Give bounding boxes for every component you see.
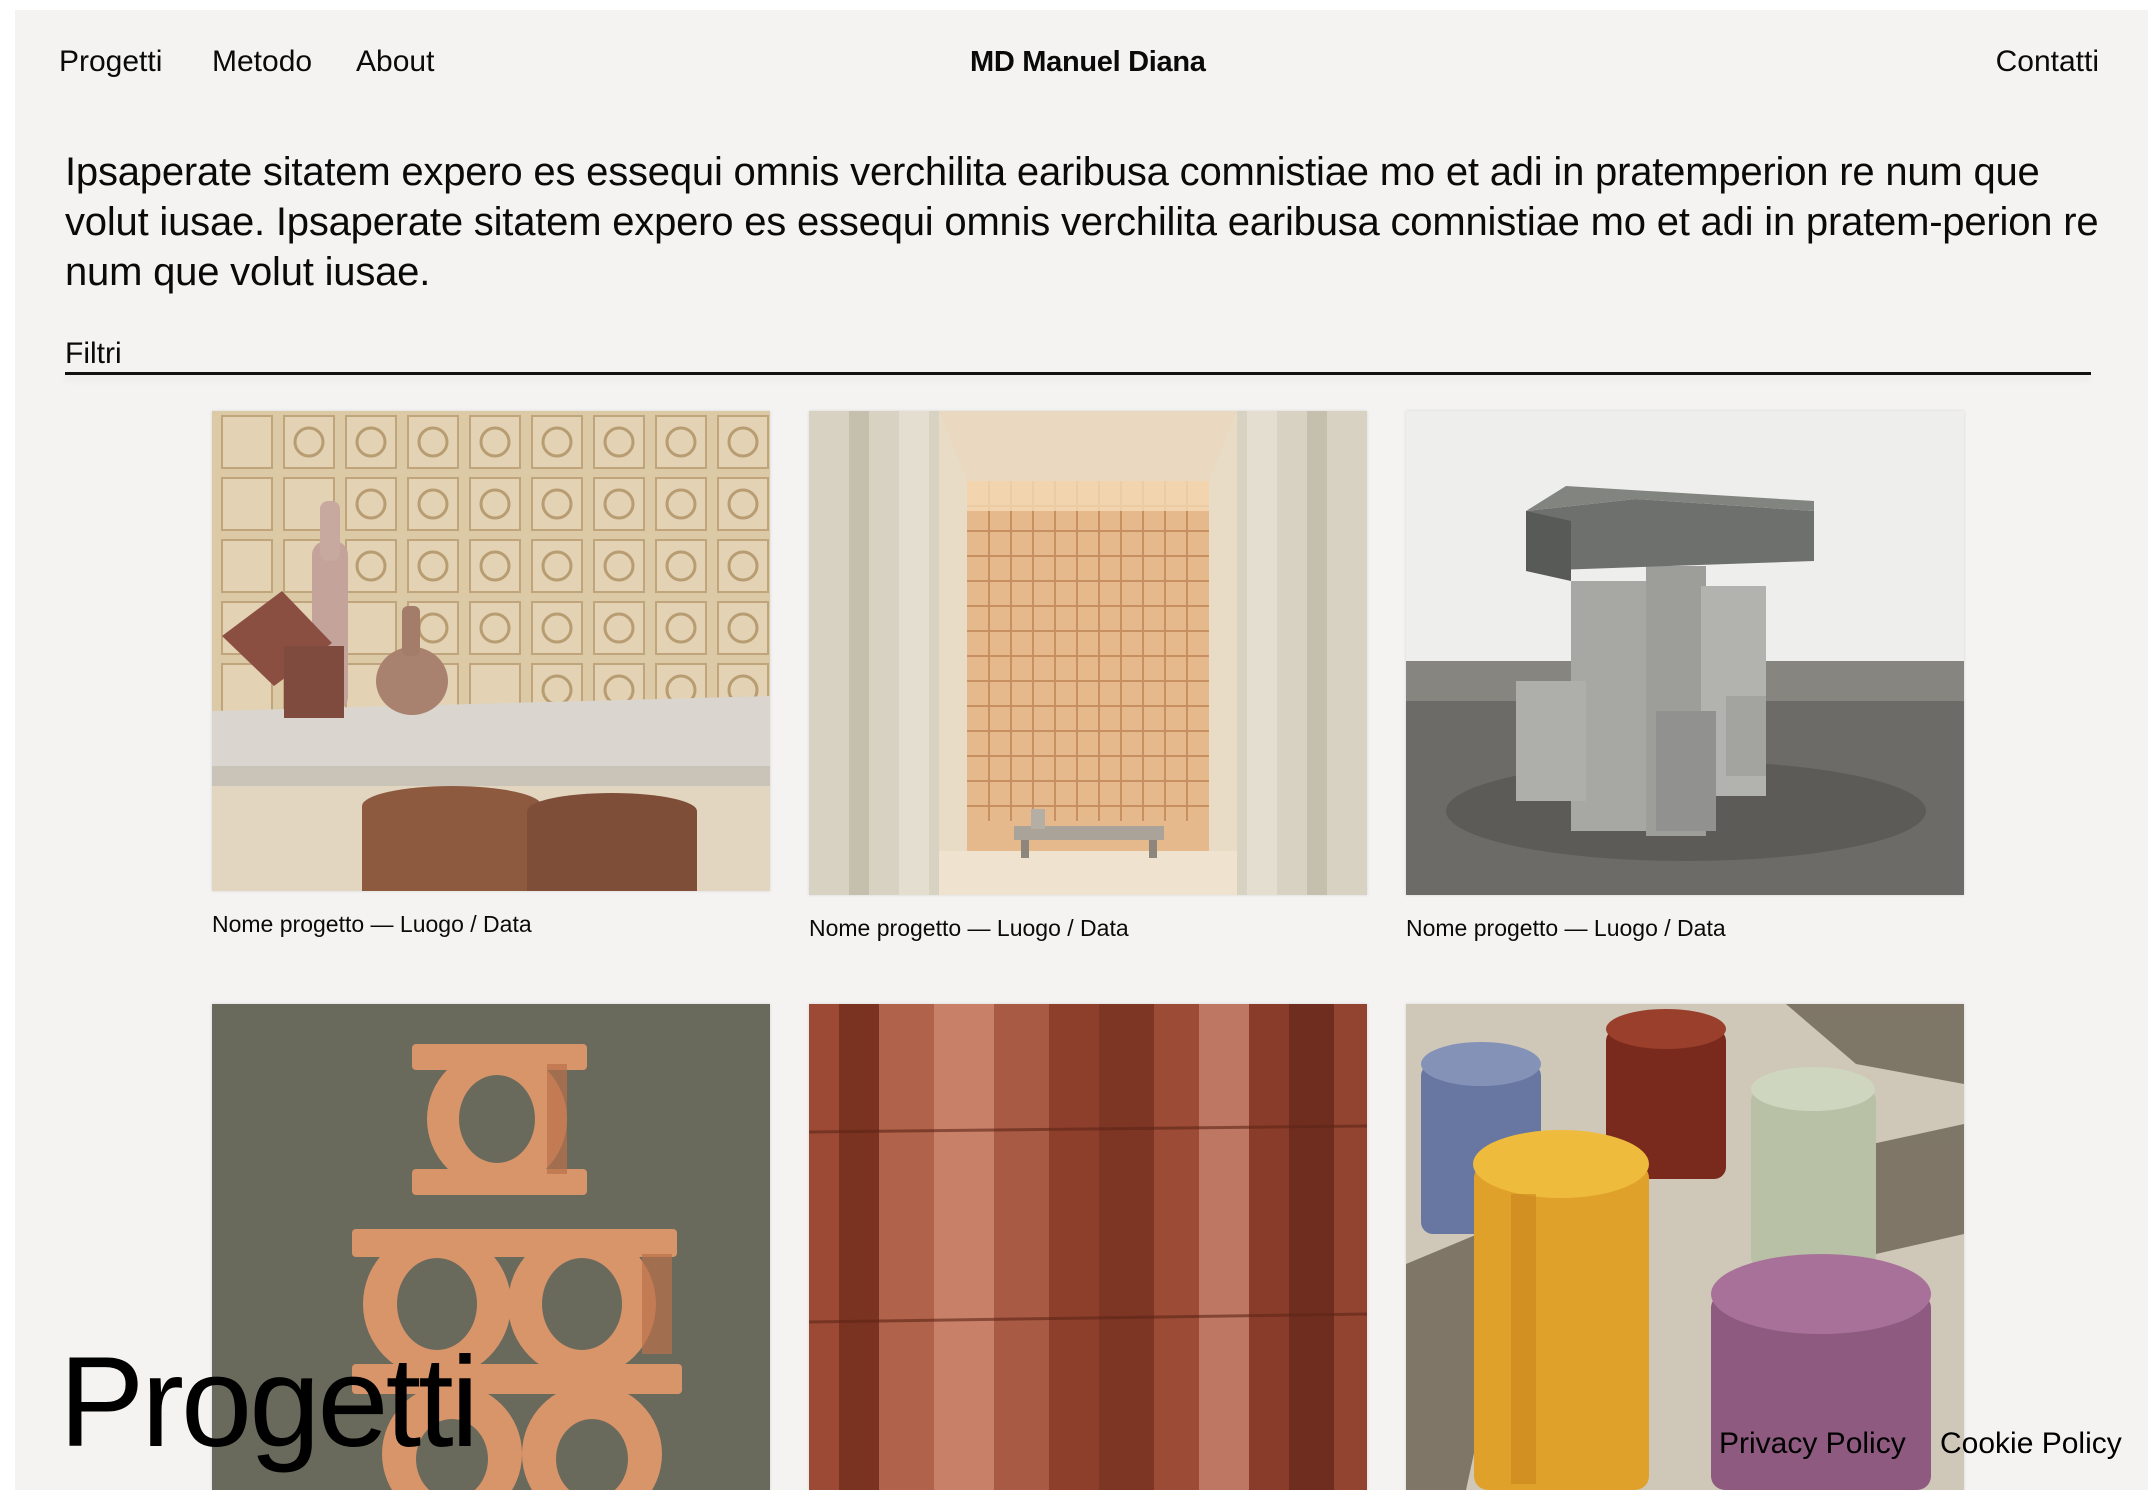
project-image-terracotta-alcove[interactable] bbox=[809, 411, 1367, 895]
cookie-policy-link[interactable]: Cookie Policy bbox=[1940, 1424, 2122, 1464]
project-card[interactable] bbox=[809, 1004, 1367, 1490]
project-caption: Nome progetto — Luogo / Data bbox=[1406, 915, 1726, 941]
brand-logo[interactable]: MD Manuel Diana bbox=[970, 42, 1206, 82]
project-caption: Nome progetto — Luogo / Data bbox=[212, 911, 532, 937]
project-card[interactable] bbox=[1406, 1004, 1964, 1490]
nav-link-metodo[interactable]: Metodo bbox=[212, 42, 312, 82]
project-card[interactable]: Nome progetto — Luogo / Data bbox=[212, 411, 770, 939]
privacy-policy-link[interactable]: Privacy Policy bbox=[1719, 1424, 1906, 1464]
filters-divider bbox=[65, 372, 2091, 375]
project-image-stone-stool[interactable] bbox=[1406, 411, 1964, 895]
nav-link-about[interactable]: About bbox=[356, 42, 434, 82]
nav-link-contatti[interactable]: Contatti bbox=[1996, 42, 2099, 82]
filters-toggle[interactable]: Filtri bbox=[65, 334, 122, 374]
project-card[interactable]: Nome progetto — Luogo / Data bbox=[1406, 411, 1964, 943]
intro-paragraph: Ipsaperate sitatem expero es essequi omn… bbox=[65, 150, 2099, 294]
project-image-brick-pillar[interactable] bbox=[809, 1004, 1367, 1490]
nav-link-progetti[interactable]: Progetti bbox=[59, 42, 162, 82]
project-image-ceramic-wall[interactable] bbox=[212, 411, 770, 891]
project-image-marble-stools[interactable] bbox=[1406, 1004, 1964, 1490]
project-caption: Nome progetto — Luogo / Data bbox=[809, 915, 1129, 941]
page-container: Progetti Metodo About MD Manuel Diana Co… bbox=[15, 10, 2148, 1490]
project-card[interactable]: Nome progetto — Luogo / Data bbox=[809, 411, 1367, 943]
page-title: Progetti bbox=[59, 1331, 479, 1474]
